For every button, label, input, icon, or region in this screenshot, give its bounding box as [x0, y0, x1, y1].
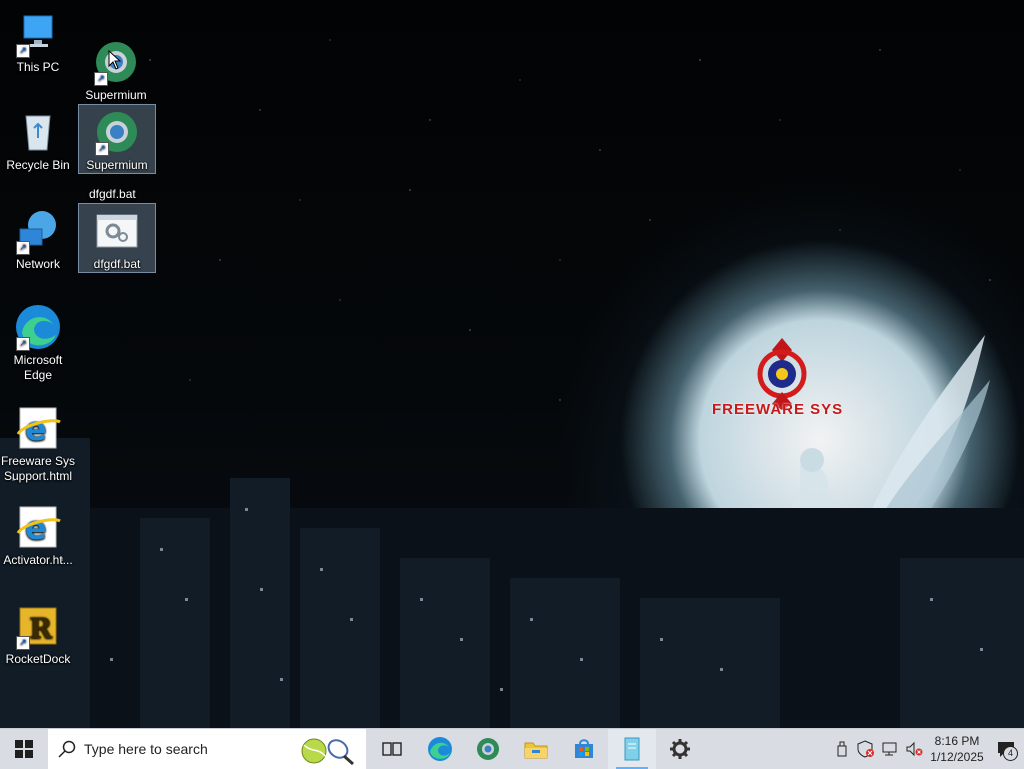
taskbar: Type here to search 8:16 PM 1/12/2025 4	[0, 728, 1024, 769]
icon-label: Recycle Bin	[6, 158, 70, 172]
tray-usb-button[interactable]	[830, 729, 854, 769]
icon-label: Activator.ht...	[3, 553, 73, 567]
desktop-icon-dfgdf-bat[interactable]: dfgdf.bat	[78, 203, 156, 273]
task-view-icon	[382, 742, 402, 756]
svg-text:R: R	[29, 612, 53, 645]
volume-muted-icon	[906, 741, 923, 757]
clock-date: 1/12/2025	[930, 750, 984, 764]
notepad-icon	[624, 737, 640, 761]
taskbar-notepad-button[interactable]	[608, 729, 656, 769]
desktop-icon-supermium-selected[interactable]: ↗ Supermium	[78, 104, 156, 174]
tray-volume-button[interactable]	[902, 729, 926, 769]
desktop-icon-activator[interactable]: e Activator.ht...	[0, 503, 76, 568]
security-shield-icon	[857, 740, 874, 758]
desktop-icon-rocketdock[interactable]: R ↗ RocketDock	[0, 602, 76, 667]
svg-text:e: e	[25, 410, 47, 448]
icon-label: Network	[15, 257, 60, 271]
shortcut-arrow-icon: ↗	[16, 636, 30, 650]
desktop-icon-freeware-sys-support[interactable]: e Freeware Sys Support.html	[0, 404, 76, 484]
desktop-icon-supermium[interactable]: ↗ Supermium	[78, 38, 154, 103]
taskbar-settings-button[interactable]	[656, 729, 704, 769]
taskbar-file-explorer-button[interactable]	[512, 729, 560, 769]
task-view-button[interactable]	[368, 729, 416, 769]
desktop-icon-recycle-bin[interactable]: Recycle Bin	[0, 108, 76, 173]
mouse-cursor-icon	[108, 50, 122, 70]
svg-text:e: e	[25, 509, 47, 547]
search-placeholder: Type here to search	[84, 741, 208, 757]
shortcut-arrow-icon: ↗	[16, 44, 30, 58]
search-highlight-tennis-icon	[301, 738, 354, 766]
desktop-icon-microsoft-edge[interactable]: ↗ Microsoft Edge	[0, 303, 76, 383]
usb-drive-icon	[837, 741, 847, 757]
tray-security-button[interactable]	[854, 729, 878, 769]
taskbar-edge-button[interactable]	[416, 729, 464, 769]
supermium-icon: ↗	[93, 108, 141, 156]
internet-explorer-icon: e	[14, 404, 62, 452]
icon-label: RocketDock	[5, 652, 71, 666]
drag-ghost-label: dfgdf.bat	[89, 187, 136, 201]
shortcut-arrow-icon: ↗	[16, 241, 30, 255]
network-status-icon	[882, 742, 897, 756]
icon-label: This PC	[16, 60, 60, 74]
tray-network-button[interactable]	[878, 729, 902, 769]
windows-logo-icon	[15, 740, 33, 758]
wallpaper-city	[0, 438, 1024, 728]
taskbar-clock[interactable]: 8:16 PM 1/12/2025	[926, 733, 988, 765]
edge-icon	[428, 737, 452, 761]
taskbar-search-box[interactable]: Type here to search	[48, 729, 366, 769]
internet-explorer-icon: e	[14, 503, 62, 551]
supermium-icon	[477, 738, 499, 760]
icon-label: Microsoft Edge	[13, 353, 63, 382]
taskbar-store-button[interactable]	[560, 729, 608, 769]
shortcut-arrow-icon: ↗	[94, 72, 108, 86]
notification-badge: 4	[1003, 746, 1018, 761]
edge-icon: ↗	[14, 303, 62, 351]
rocketdock-icon: R ↗	[14, 602, 62, 650]
icon-label: Supermium	[85, 88, 147, 102]
search-icon	[58, 740, 76, 758]
system-tray: 8:16 PM 1/12/2025 4	[830, 729, 1024, 769]
taskbar-supermium-button[interactable]	[464, 729, 512, 769]
start-button[interactable]	[0, 729, 48, 769]
desktop-icon-this-pc[interactable]: ↗ This PC	[0, 10, 76, 75]
this-pc-icon: ↗	[14, 10, 62, 58]
batch-file-icon	[93, 207, 141, 255]
desktop[interactable]: FREEWARE SYS ↗ This PC Recycle Bin ↗ Net…	[0, 0, 1024, 728]
clock-time: 8:16 PM	[934, 734, 980, 748]
icon-label: dfgdf.bat	[93, 257, 141, 271]
recycle-bin-icon	[14, 108, 62, 156]
action-center-button[interactable]: 4	[988, 729, 1024, 769]
shortcut-arrow-icon: ↗	[16, 337, 30, 351]
shortcut-arrow-icon: ↗	[95, 142, 109, 156]
settings-icon	[670, 739, 690, 759]
network-icon: ↗	[14, 207, 62, 255]
icon-label: Freeware Sys Support.html	[0, 454, 76, 483]
store-icon	[575, 739, 593, 758]
file-explorer-icon	[524, 742, 548, 759]
icon-label: Supermium	[86, 158, 148, 172]
desktop-icon-network[interactable]: ↗ Network	[0, 207, 76, 272]
